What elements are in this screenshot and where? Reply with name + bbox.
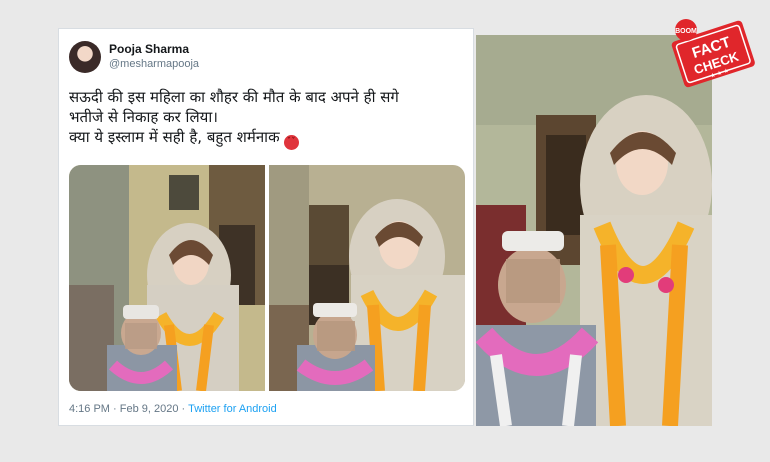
- tweet-time[interactable]: 4:16 PM: [69, 403, 110, 415]
- fact-check-stamp: FACT CHECK ★ ★ ★ BOOM: [668, 8, 758, 98]
- tweet-meta: 4:16 PM · Feb 9, 2020 · Twitter for Andr…: [69, 403, 277, 415]
- media-grid: [69, 165, 465, 391]
- avatar[interactable]: [69, 41, 101, 73]
- photo-illustration: [269, 165, 465, 391]
- author-name[interactable]: Pooja Sharma: [109, 42, 189, 56]
- meta-separator: ·: [113, 403, 117, 415]
- tweet-photo-left[interactable]: [69, 165, 265, 391]
- stamp-brand: BOOM: [675, 28, 697, 35]
- tweet-source-link[interactable]: Twitter for Android: [188, 403, 277, 415]
- meta-separator: ·: [181, 403, 186, 415]
- stamp-badge-icon: FACT CHECK ★ ★ ★ BOOM: [671, 19, 755, 88]
- tweet-text-line: भतीजे से निकाह कर लिया।: [69, 108, 218, 126]
- angry-face-icon: ˇˇ: [283, 135, 299, 150]
- tweet-photo-right[interactable]: [269, 165, 465, 391]
- tweet-text-line: क्या ये इस्लाम में सही है, बहुत शर्मनाक ˇ…: [69, 127, 465, 150]
- tweet-card: Pooja Sharma @mesharmapooja सऊदी की इस म…: [58, 28, 474, 426]
- tweet-text-line: सऊदी की इस महिला का शौहर की मौत के बाद अ…: [69, 88, 399, 106]
- photo-illustration: [69, 165, 265, 391]
- tweet-text: सऊदी की इस महिला का शौहर की मौत के बाद अ…: [69, 87, 465, 150]
- tweet-date[interactable]: Feb 9, 2020: [120, 403, 179, 415]
- author-handle[interactable]: @mesharmapooja: [109, 58, 199, 70]
- tweet-text-line-content: क्या ये इस्लाम में सही है, बहुत शर्मनाक: [69, 128, 280, 146]
